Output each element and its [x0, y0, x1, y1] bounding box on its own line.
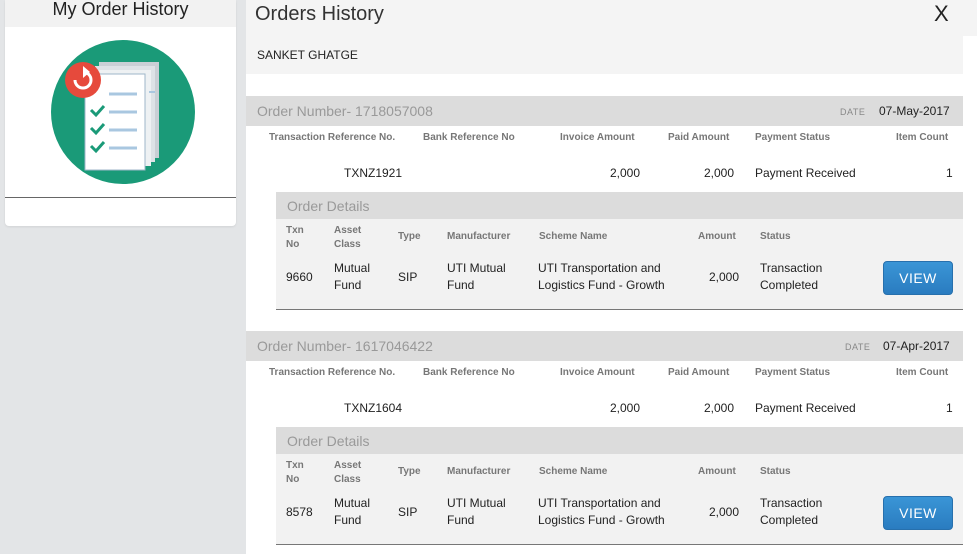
col-manufacturer: Manufacturer [447, 466, 511, 477]
col-bank-ref: Bank Reference No [423, 132, 515, 143]
order-details-header: Order Details [276, 427, 963, 454]
item-count-value: 1 [946, 401, 953, 415]
col-paid-amount: Paid Amount [668, 367, 730, 378]
col-asset-class: Asset Class [334, 460, 362, 485]
asset-class-value: Mutual Fund [334, 496, 371, 527]
invoice-amount-value: 2,000 [610, 401, 641, 415]
amount-value: 2,000 [709, 270, 740, 284]
col-amount: Amount [698, 466, 736, 477]
order-details-title: Order Details [287, 433, 370, 449]
amount-value: 2,000 [709, 505, 740, 519]
customer-name: SANKET GHATGE [257, 48, 358, 62]
col-item-count: Item Count [896, 132, 949, 143]
order-header: Order Number- 1617046422 DATE 07-Apr-201… [246, 331, 963, 361]
modal-title: Orders History [255, 3, 384, 25]
order-details-header: Order Details [276, 192, 963, 219]
col-status: Status [760, 231, 791, 242]
manufacturer-value: UTI Mutual Fund [447, 261, 506, 292]
asset-class-value: Mutual Fund [334, 261, 371, 292]
view-button[interactable]: VIEW [883, 261, 953, 295]
col-transaction-ref: Transaction Reference No. [269, 367, 396, 378]
col-paid-amount: Paid Amount [668, 132, 730, 143]
date-label: DATE [840, 107, 866, 117]
payment-status-value: Payment Received [755, 166, 856, 180]
paid-amount-value: 2,000 [704, 401, 735, 415]
manufacturer-value: UTI Mutual Fund [447, 496, 506, 527]
order-number: Order Number- 1617046422 [257, 338, 433, 354]
col-payment-status: Payment Status [755, 367, 831, 378]
col-transaction-ref: Transaction Reference No. [269, 132, 396, 143]
col-scheme-name: Scheme Name [539, 466, 608, 477]
col-payment-status: Payment Status [755, 132, 831, 143]
sidebar-card: My Order History [5, 0, 236, 226]
order-details-title: Order Details [287, 198, 370, 214]
type-value: SIP [398, 505, 418, 519]
col-manufacturer: Manufacturer [447, 231, 511, 242]
refresh-icon [65, 62, 101, 98]
col-status: Status [760, 466, 791, 477]
order-date: 07-May-2017 [879, 104, 950, 118]
order-header: Order Number- 1718057008 DATE 07-May-201… [246, 96, 963, 126]
col-txn-no: Txn No [286, 460, 304, 485]
col-item-count: Item Count [896, 367, 949, 378]
col-type: Type [398, 466, 421, 477]
scheme-name-value: UTI Transportation and Logistics Fund - G… [538, 261, 665, 292]
payment-status-value: Payment Received [755, 401, 856, 415]
item-count-value: 1 [946, 166, 953, 180]
order-date: 07-Apr-2017 [883, 339, 950, 353]
txn-ref-value: TXNZ1921 [344, 166, 403, 180]
status-value: Transaction Completed [760, 496, 823, 527]
col-type: Type [398, 231, 421, 242]
col-invoice-amount: Invoice Amount [560, 367, 635, 378]
date-label: DATE [845, 342, 871, 352]
order-details-panel: Order Details Txn No Asset Class Type Manu… [276, 192, 963, 310]
invoice-amount-value: 2,000 [610, 166, 641, 180]
txn-ref-value: TXNZ1604 [344, 401, 403, 415]
paid-amount-value: 2,000 [704, 166, 735, 180]
txn-no-value: 9660 [286, 270, 313, 284]
modal-header: Orders History X [246, 0, 977, 36]
col-bank-ref: Bank Reference No [423, 367, 515, 378]
customer-bar: SANKET GHATGE [246, 36, 963, 74]
orders-history-modal: Orders History X SANKET GHATGE Order Num… [246, 0, 977, 554]
scheme-name-value: UTI Transportation and Logistics Fund - G… [538, 496, 665, 527]
sidebar-divider [5, 197, 236, 198]
type-value: SIP [398, 270, 418, 284]
order-number: Order Number- 1718057008 [257, 103, 433, 119]
view-button[interactable]: VIEW [883, 496, 953, 530]
col-scheme-name: Scheme Name [539, 231, 608, 242]
txn-no-value: 8578 [286, 505, 313, 519]
sidebar-title: My Order History [5, 0, 236, 27]
col-invoice-amount: Invoice Amount [560, 132, 635, 143]
close-button[interactable]: X [934, 1, 949, 27]
order-history-illustration [51, 40, 195, 184]
status-value: Transaction Completed [760, 261, 823, 292]
col-asset-class: Asset Class [334, 225, 362, 250]
order-details-panel: Order Details Txn No Asset Class Type Manu… [276, 427, 963, 545]
col-amount: Amount [698, 231, 736, 242]
col-txn-no: Txn No [286, 225, 304, 250]
